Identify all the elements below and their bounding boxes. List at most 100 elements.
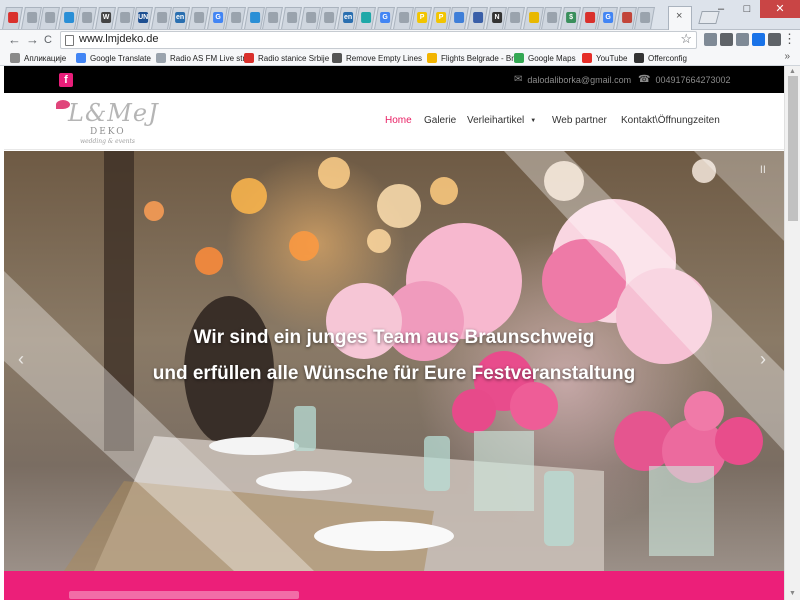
scrollbar-thumb[interactable] [788,76,798,221]
browser-tab[interactable]: en [169,7,191,29]
slider-next-icon[interactable]: › [760,349,766,370]
cast-icon[interactable] [752,33,765,46]
browser-tab[interactable] [541,7,563,29]
tab-favicon-icon [231,12,242,23]
url-text[interactable]: www.lmjdeko.de [79,33,158,45]
slider-prev-icon[interactable]: ‹ [18,349,24,370]
bookmark-item[interactable]: Google Translate [76,52,151,64]
tab-favicon-icon: N [491,12,502,23]
browser-tab[interactable]: W [95,7,116,29]
camera-icon[interactable] [720,33,733,46]
bookmark-item[interactable]: YouTube [582,52,627,64]
tab-favicon-icon [398,12,409,23]
hero-slider[interactable]: Wir sind ein junges Team aus Braunschwei… [4,151,784,571]
bookmark-item[interactable]: Апликације [10,52,66,64]
bookmark-label: Radio AS FM Live str [170,53,246,63]
tab-favicon-icon [287,12,298,23]
tab-close-icon[interactable]: × [676,10,682,22]
browser-tab[interactable] [504,7,526,29]
tab-favicon-icon [63,12,74,23]
tab-favicon-icon [82,12,93,23]
site-logo[interactable]: L&MeJ DEKO wedding & events [54,96,164,148]
pink-section-bar [4,571,784,600]
bookmark-favicon-icon [514,53,524,63]
browser-tab[interactable] [2,7,23,29]
browser-toolbar: ← → C www.lmjdeko.de ☆ ⋮ [0,30,800,50]
page-scrollbar[interactable]: ▲ ▼ [784,66,800,600]
browser-tab[interactable] [299,7,321,29]
reload-button[interactable]: C [44,32,52,48]
bookmark-item[interactable]: Flights Belgrade - Br [427,52,514,64]
tab-favicon-icon [8,12,19,23]
nav-verleihartikel[interactable]: Verleihartikel ▼ [467,115,536,126]
close-window-button[interactable]: ✕ [760,0,800,18]
browser-tab[interactable]: G [206,7,228,29]
browser-tab[interactable] [76,7,98,29]
webpage: f ✉ dalodaliborka@gmail.com ☎ 0049176642… [4,66,784,600]
browser-tab[interactable]: UN [132,7,154,29]
browser-tab[interactable] [20,7,42,29]
tab-strip: W UN en Gen G P P N $ G × – □ ✕ [0,0,800,30]
tab-favicon-icon [119,12,130,23]
browser-tab[interactable] [188,7,209,29]
bookmarks-more-icon[interactable]: » [784,51,790,62]
browser-tab[interactable]: P [411,7,433,29]
browser-tab[interactable] [634,7,656,29]
nav-verleihartikel-label: Verleihartikel [467,115,525,126]
bookmark-item[interactable]: Radio AS FM Live str [156,52,245,64]
window-controls: – □ ✕ [708,0,800,20]
browser-tab[interactable] [113,7,135,29]
translate-icon[interactable] [704,33,717,46]
browser-tab[interactable] [281,7,302,29]
tab-favicon-icon: G [380,12,391,23]
browser-tab[interactable]: G [374,7,395,29]
browser-tab[interactable]: G [597,7,619,29]
bookmark-item[interactable]: Offerconfig [634,52,687,64]
email-text[interactable]: dalodaliborka@gmail.com [527,75,631,85]
phone-icon: ☎ [638,74,651,85]
nav-galerie[interactable]: Galerie [424,115,456,126]
scroll-up-icon[interactable]: ▲ [789,68,796,75]
browser-tab[interactable] [578,7,600,29]
bookmark-label: Google Translate [90,53,151,63]
tab-favicon-icon [249,12,260,23]
browser-tab[interactable] [262,7,284,29]
bookmark-favicon-icon [10,53,20,63]
browser-tab[interactable] [355,7,377,29]
tab-favicon-icon [528,12,539,23]
nav-home[interactable]: Home [385,115,412,126]
tab-favicon-icon: en [175,12,186,23]
email-contact[interactable]: ✉ dalodaliborka@gmail.com [514,74,631,85]
slider-pause-icon[interactable]: II [760,164,766,176]
tab-favicon-icon: P [417,12,428,23]
phone-text[interactable]: 004917664273002 [655,75,730,85]
browser-tab[interactable] [225,7,247,29]
bookmark-favicon-icon [634,53,644,63]
nav-web-partner[interactable]: Web partner [552,115,607,126]
scroll-down-icon[interactable]: ▼ [789,590,796,597]
browser-tab[interactable]: N [485,7,507,29]
maximize-button[interactable]: □ [734,0,760,18]
tab-favicon-icon: G [212,12,223,23]
browser-tab[interactable] [39,7,61,29]
browser-tab[interactable] [318,7,340,29]
nav-kontakt[interactable]: Kontakt\Öffnungzeiten [621,115,720,126]
minimize-button[interactable]: – [708,0,734,18]
browser-tab[interactable]: $ [560,7,581,29]
square-icon[interactable] [768,33,781,46]
browser-tab[interactable] [392,7,414,29]
facebook-icon[interactable]: f [59,73,73,87]
phone-contact[interactable]: ☎ 004917664273002 [638,74,731,85]
bookmark-item[interactable]: Google Maps [514,52,576,64]
back-button[interactable]: ← [8,32,21,48]
forward-button[interactable]: → [26,32,39,48]
hero-headline-line2: und erfüllen alle Wünsche für Eure Festv… [152,363,636,384]
bookmark-star-icon[interactable]: ☆ [680,31,692,47]
bookmark-item[interactable]: Remove Empty Lines [332,52,422,64]
document-icon[interactable] [736,33,749,46]
chrome-menu-icon[interactable]: ⋮ [783,32,796,46]
address-bar[interactable]: www.lmjdeko.de ☆ [60,31,697,49]
browser-tab[interactable] [467,7,488,29]
bookmark-item[interactable]: Radio stanice Srbije [244,52,329,64]
browser-tab[interactable] [448,7,470,29]
